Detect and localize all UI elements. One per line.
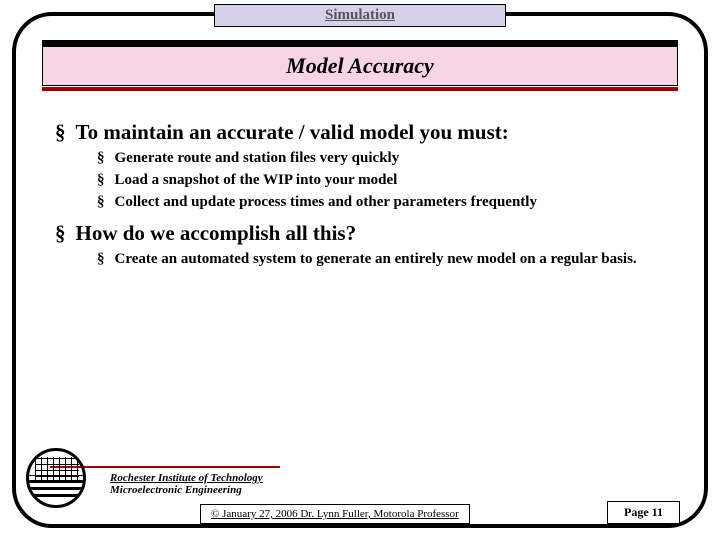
bullet-level2: § Create an automated system to generate…: [97, 250, 670, 269]
header-label: Simulation: [214, 4, 506, 27]
bullet-text: Collect and update process times and oth…: [115, 193, 671, 212]
title-rule-bottom: [42, 87, 678, 91]
copyright-box: © January 27, 2006 Dr. Lynn Fuller, Moto…: [200, 504, 470, 524]
bullet-level2: § Load a snapshot of the WIP into your m…: [97, 171, 670, 190]
bullet-level2: § Generate route and station files very …: [97, 149, 670, 168]
content-area: § To maintain an accurate / valid model …: [55, 110, 670, 272]
bullet-level1: § To maintain an accurate / valid model …: [55, 120, 670, 145]
bullet-text: Load a snapshot of the WIP into your mod…: [115, 171, 671, 190]
page-number-box: Page 11: [607, 501, 680, 524]
bullet-text: Create an automated system to generate a…: [115, 250, 671, 269]
title-body: Model Accuracy: [42, 46, 678, 86]
bullet-text: Generate route and station files very qu…: [115, 149, 671, 168]
bullet-text: To maintain an accurate / valid model yo…: [76, 120, 671, 145]
institution-name: Rochester Institute of Technology: [110, 472, 263, 484]
title-block: Model Accuracy: [42, 40, 678, 91]
bullet-icon: §: [97, 171, 105, 190]
bullet-icon: §: [55, 120, 66, 145]
bullet-level1: § How do we accomplish all this?: [55, 221, 670, 246]
bullet-icon: §: [97, 250, 105, 269]
bullet-text: How do we accomplish all this?: [76, 221, 671, 246]
bullet-level2: § Collect and update process times and o…: [97, 193, 670, 212]
bullet-icon: §: [97, 193, 105, 212]
footer-block: Rochester Institute of Technology Microe…: [110, 472, 263, 496]
rit-logo-icon: [26, 448, 96, 510]
bullet-icon: §: [55, 221, 66, 246]
department-name: Microelectronic Engineering: [110, 484, 263, 496]
slide-title: Model Accuracy: [286, 53, 434, 78]
bullet-icon: §: [97, 149, 105, 168]
